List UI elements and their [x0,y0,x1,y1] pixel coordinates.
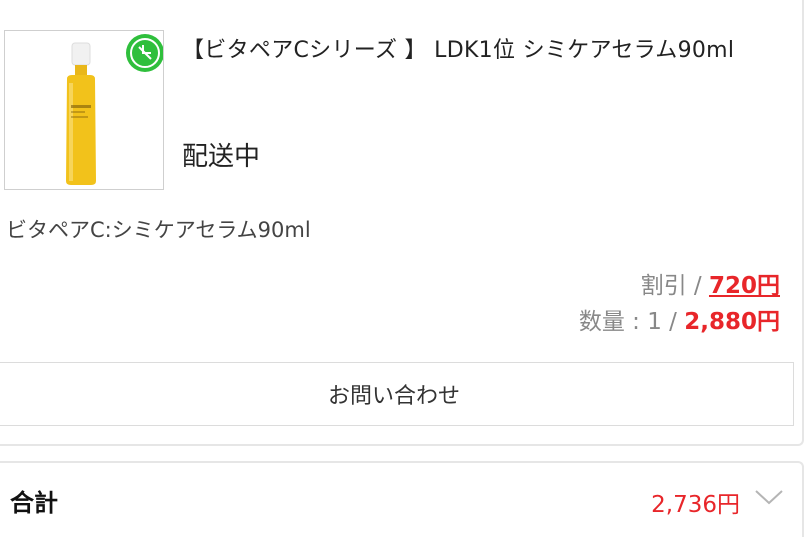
discount-line: 割引 / 720円 [641,266,780,300]
item-price: 2,880円 [684,309,780,335]
quantity-label: 数量 : 1 / [578,309,685,335]
delivery-status: 配送中 [182,142,261,172]
discount-label: 割引 / [640,273,709,299]
product-thumbnail[interactable] [4,30,164,190]
green-badge-icon [126,34,163,72]
total-section[interactable]: 合計 2,736円 [0,461,804,537]
product-title[interactable]: 【ビタペアCシリーズ 】 LDK1位 シミケアセラム90ml [182,32,734,64]
order-item-card: 【ビタペアCシリーズ 】 LDK1位 シミケアセラム90ml 配送中 ビタペアC… [0,0,804,446]
chevron-down-icon[interactable] [754,487,784,507]
product-variant: ビタペアC:シミケアセラム90ml [6,218,311,242]
discount-value: 720円 [708,273,780,299]
inquiry-button[interactable]: お問い合わせ [0,362,794,426]
total-value: 2,736円 [651,492,740,518]
total-label: 合計 [10,489,58,517]
quantity-line: 数量 : 1 / 2,880円 [579,302,780,336]
